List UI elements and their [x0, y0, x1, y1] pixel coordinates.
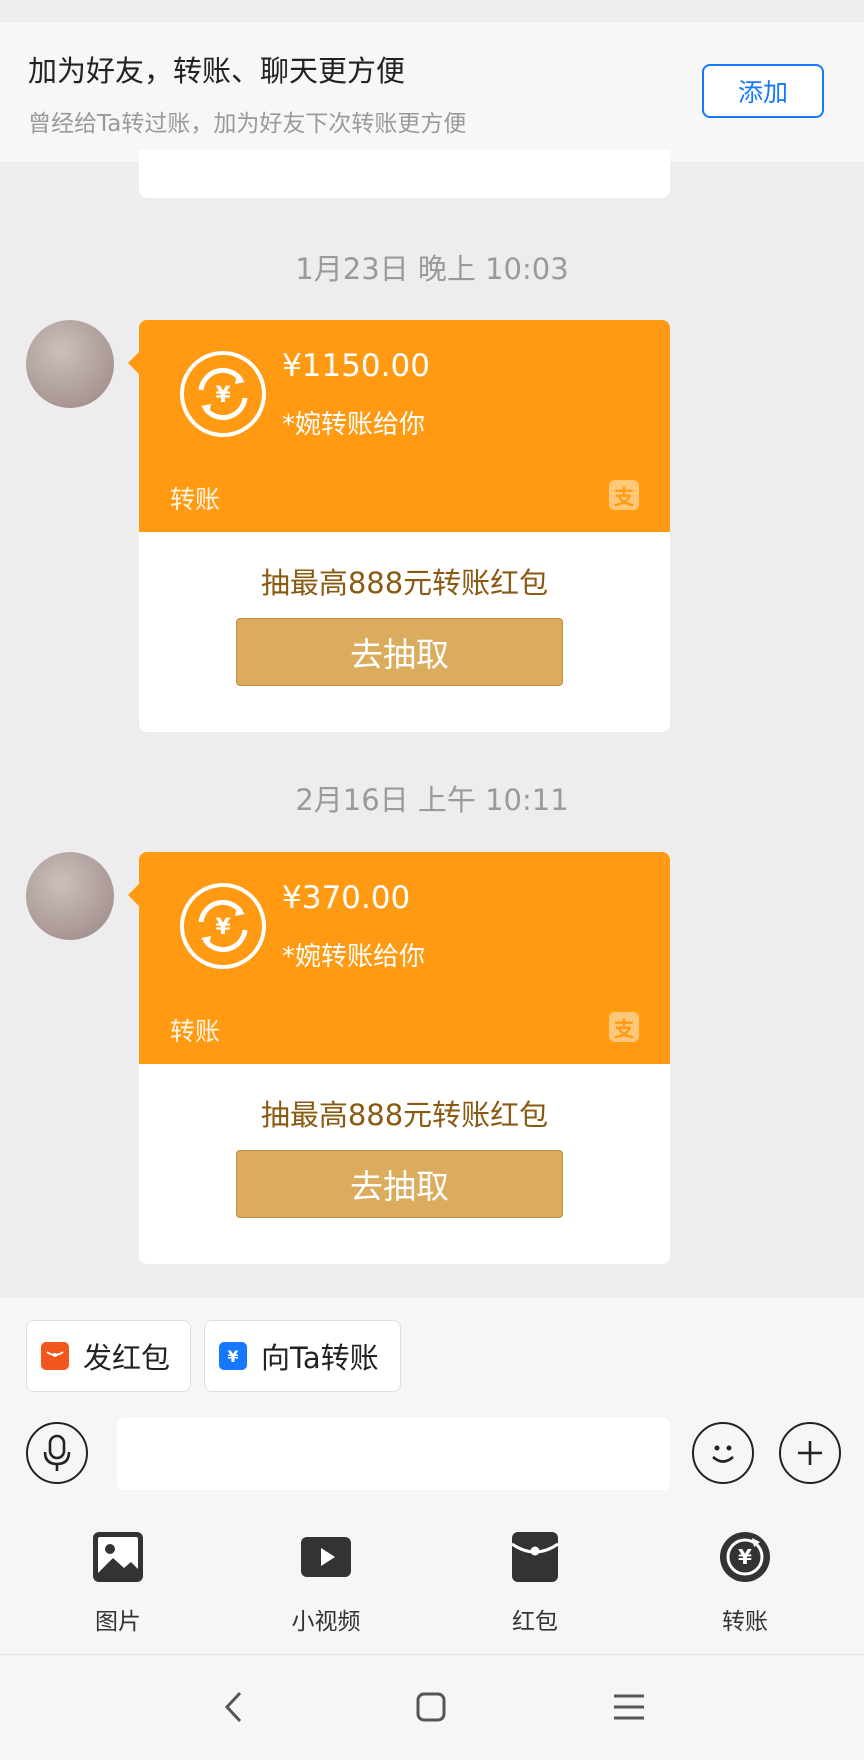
promo-text: 抽最高888元转账红包 — [260, 1098, 549, 1132]
quick-action-label: 向Ta转账 — [261, 1341, 379, 1375]
svg-text:¥: ¥ — [215, 383, 231, 408]
system-navigation-bar — [0, 1655, 864, 1760]
add-friend-button[interactable]: 添加 — [702, 64, 824, 118]
microphone-icon — [43, 1434, 71, 1471]
promo-section: 抽最高888元转账红包 去抽取 — [139, 1064, 670, 1264]
red-packet-icon — [41, 1342, 69, 1370]
smiley-icon — [712, 1445, 734, 1463]
svg-text:¥: ¥ — [215, 915, 231, 940]
video-icon — [301, 1537, 351, 1577]
transfer-to-ta-button[interactable]: ¥ 向Ta转账 — [204, 1320, 401, 1392]
transfer-coin-icon: ¥ — [180, 351, 266, 437]
menu-nav-button[interactable] — [607, 1685, 651, 1729]
previous-message-card — [139, 150, 670, 198]
image-icon — [93, 1532, 143, 1582]
transfer-kind-label: 转账 — [170, 485, 221, 514]
home-nav-button[interactable] — [409, 1685, 453, 1729]
send-red-packet-button[interactable]: 发红包 — [26, 1320, 191, 1392]
chevron-left-icon — [224, 1691, 242, 1723]
transfer-sender: *婉转账给你 — [282, 942, 426, 972]
alipay-icon: 支 — [609, 480, 639, 510]
add-friend-banner: 加为好友，转账、聊天更方便 曾经给Ta转过账，加为好友下次转账更方便 添加 — [0, 22, 864, 162]
transfer-card-header[interactable]: ¥ ¥1150.00 *婉转账给你 转账 支 — [128, 320, 670, 532]
tool-label: 红包 — [512, 1609, 558, 1635]
message-timestamp: 1月23日 晚上 10:03 — [295, 252, 569, 286]
tool-red-packet[interactable]: 红包 — [475, 1530, 595, 1636]
hamburger-icon — [614, 1694, 644, 1720]
transfer-yuan-icon: ¥ — [720, 1532, 770, 1582]
promo-text: 抽最高888元转账红包 — [260, 566, 549, 600]
transfer-amount: ¥370.00 — [282, 880, 411, 916]
quick-action-label: 发红包 — [83, 1341, 171, 1375]
square-home-icon — [416, 1692, 446, 1722]
transfer-icon: ¥ — [219, 1342, 247, 1370]
transfer-message-card[interactable]: ¥ ¥1150.00 *婉转账给你 转账 支 抽最高888元转账红包 去抽取 — [128, 320, 670, 732]
tool-label: 图片 — [95, 1609, 141, 1635]
transfer-amount: ¥1150.00 — [282, 348, 430, 384]
transfer-message-card[interactable]: ¥ ¥370.00 *婉转账给你 转账 支 抽最高888元转账红包 去抽取 — [128, 852, 670, 1264]
tool-label: 小视频 — [291, 1609, 361, 1635]
promo-section: 抽最高888元转账红包 去抽取 — [139, 532, 670, 732]
more-options-button[interactable] — [779, 1422, 841, 1484]
tool-label: 转账 — [722, 1609, 768, 1635]
bubble-pointer — [128, 884, 139, 906]
plus-icon — [798, 1441, 822, 1465]
emoji-button[interactable] — [692, 1422, 754, 1484]
voice-input-button[interactable] — [26, 1422, 88, 1484]
alipay-icon: 支 — [609, 1012, 639, 1042]
avatar[interactable] — [26, 320, 114, 408]
banner-subtitle: 曾经给Ta转过账，加为好友下次转账更方便 — [28, 111, 467, 137]
banner-title: 加为好友，转账、聊天更方便 — [28, 54, 406, 88]
draw-button[interactable]: 去抽取 — [236, 618, 563, 686]
transfer-coin-icon: ¥ — [180, 883, 266, 969]
message-timestamp: 2月16日 上午 10:11 — [295, 783, 569, 817]
transfer-kind-label: 转账 — [170, 1017, 221, 1046]
tool-transfer[interactable]: ¥ 转账 — [685, 1530, 805, 1636]
red-packet-icon — [511, 1532, 559, 1582]
avatar[interactable] — [26, 852, 114, 940]
back-nav-button[interactable] — [212, 1685, 256, 1729]
draw-button[interactable]: 去抽取 — [236, 1150, 563, 1218]
tool-video[interactable]: 小视频 — [266, 1530, 386, 1636]
svg-text:¥: ¥ — [738, 1545, 752, 1569]
bubble-pointer — [128, 352, 139, 374]
transfer-sender: *婉转账给你 — [282, 410, 426, 440]
tool-image[interactable]: 图片 — [58, 1530, 178, 1636]
transfer-card-header[interactable]: ¥ ¥370.00 *婉转账给你 转账 支 — [128, 852, 670, 1064]
message-input[interactable] — [117, 1418, 670, 1490]
